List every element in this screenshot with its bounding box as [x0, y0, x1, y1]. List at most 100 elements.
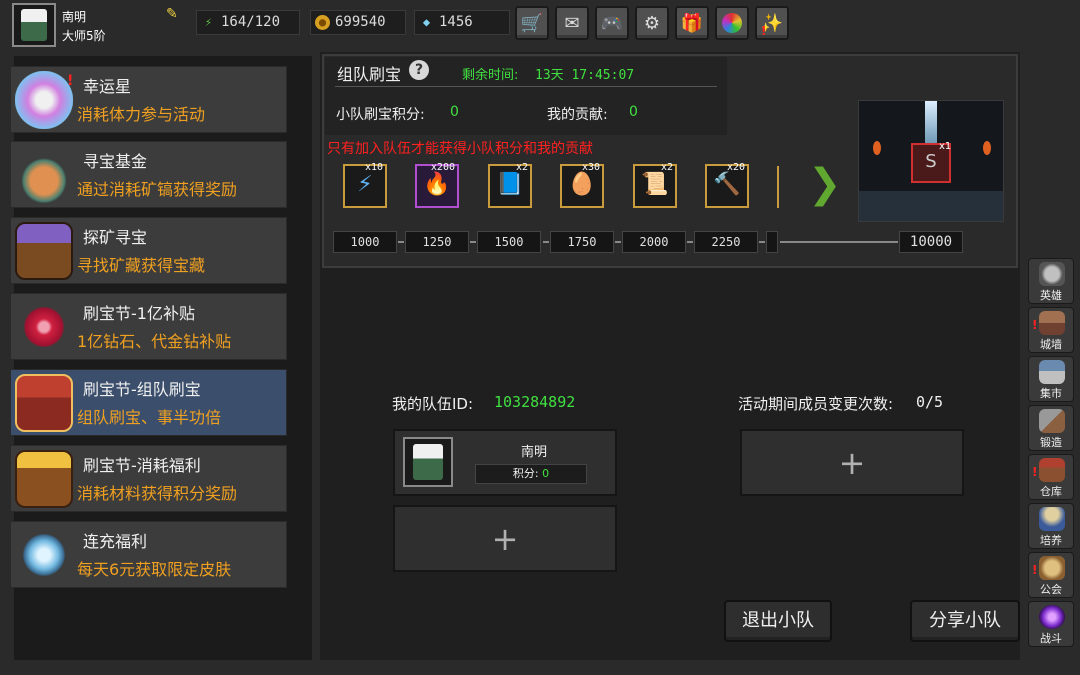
edit-icon[interactable]: ✎ [166, 6, 182, 22]
torch-icon [983, 141, 991, 155]
menu-item-consume-rewards[interactable]: 刷宝节-消耗福利 消耗材料获得积分奖励 [10, 445, 287, 512]
nav-guild[interactable]: ! 公会 [1028, 552, 1074, 598]
fire-sword-icon: 🔥 [423, 172, 451, 197]
portal-icon [1039, 605, 1065, 629]
alert-badge: ! [1032, 465, 1038, 479]
member-changes-value: 0/5 [916, 393, 944, 411]
join-team-warning: 只有加入队伍才能获得小队积分和我的贡献 [327, 141, 593, 157]
team-id-value: 103284892 [494, 393, 576, 411]
fireworks-button[interactable]: ✨ ! [755, 6, 789, 40]
menu-item-team-farming[interactable]: 刷宝节-组队刷宝 组队刷宝、事半功倍 [10, 369, 287, 436]
money-bag-icon [15, 146, 73, 204]
spellbook-icon: 📘 [496, 172, 524, 197]
divider [335, 86, 717, 87]
menu-item-recharge[interactable]: 连充福利 每天6元获取限定皮肤 [10, 521, 287, 588]
nav-wall[interactable]: ! 城墙 [1028, 307, 1074, 353]
reward-slot[interactable]: 🔥 x200 [415, 162, 459, 208]
milestone-score: 1500 [477, 231, 541, 253]
event-title: 组队刷宝 [337, 65, 402, 84]
menu-item-title: 幸运星 [83, 77, 132, 96]
milestone-connector [543, 241, 549, 243]
milestone-connector [398, 241, 404, 243]
menu-item-treasure-fund[interactable]: 寻宝基金 通过消耗矿镐获得奖励 [10, 141, 287, 208]
stamina-counter: ⚡ 164/120 [196, 10, 300, 35]
menu-item-desc: 消耗体力参与活动 [77, 105, 206, 124]
reward-slot[interactable]: 🥚 x30 [560, 162, 604, 208]
coin-icon: ● [315, 15, 330, 30]
player-avatar[interactable] [12, 3, 56, 47]
top-bar: 南明 大师5阶 ✎ ⚡ 164/120 ● 699540 ◆ 1456 🛒 ✉ … [0, 0, 1080, 47]
contribution-value: 0 [629, 104, 638, 120]
team-member-card[interactable]: 南明 积分: 0 [393, 429, 617, 496]
reward-quantity: x200 [430, 162, 455, 173]
reward-slot[interactable]: 📜 x2 [633, 162, 677, 208]
milestone-connector [759, 241, 765, 243]
menu-item-title: 探矿寻宝 [83, 228, 148, 247]
shop-button[interactable]: 🛒 [515, 6, 549, 40]
color-wheel-icon [722, 13, 742, 33]
mail-icon: ✉ [564, 12, 580, 34]
timer-value: 13天 17:45:07 [535, 68, 635, 83]
menu-item-desc: 每天6元获取限定皮肤 [77, 560, 232, 579]
market-icon [1039, 360, 1065, 384]
gold-counter: ● 699540 [310, 10, 406, 35]
reward-slot[interactable]: 🔨 x20 [705, 162, 749, 208]
nav-battle[interactable]: 战斗 [1028, 601, 1074, 647]
alert-badge: ! [67, 73, 74, 89]
reward-quantity: x10 [364, 162, 383, 173]
help-icon[interactable]: ? [409, 60, 429, 80]
lightning-scroll-icon: ⚡ [357, 172, 373, 197]
share-team-button[interactable]: 分享小队 [910, 600, 1020, 642]
milestone-score: 1000 [333, 231, 397, 253]
empty-member-slot[interactable]: + [393, 505, 617, 572]
menu-item-mining[interactable]: 探矿寻宝 寻找矿藏获得宝藏 [10, 217, 287, 284]
reward-quantity: x2 [660, 162, 673, 173]
menu-item-title: 寻宝基金 [83, 152, 148, 171]
lightning-icon: ⚡ [204, 15, 213, 29]
team-score-label: 小队刷宝积分: [336, 107, 425, 123]
milestone-connector [687, 241, 693, 243]
menu-item-desc: 寻找矿藏获得宝藏 [77, 256, 206, 275]
nav-hero[interactable]: 英雄 [1028, 258, 1074, 304]
contribution-label: 我的贡献: [547, 107, 608, 123]
avatar [403, 437, 453, 487]
reward-slot[interactable]: ⚡ x10 [343, 162, 387, 208]
milestone-score: 2000 [622, 231, 686, 253]
mail-button[interactable]: ✉ [555, 6, 589, 40]
gem-counter: ◆ 1456 [414, 10, 510, 35]
leave-team-button[interactable]: 退出小队 [724, 600, 832, 642]
menu-item-lucky-star[interactable]: ! 幸运星 消耗体力参与活动 [10, 66, 287, 133]
egg-icon: 🥚 [568, 172, 596, 197]
menu-item-desc: 1亿钻石、代金钻补贴 [77, 332, 232, 351]
reward-quantity: x20 [726, 162, 745, 173]
gamepad-icon: 🎮 [600, 12, 624, 34]
settings-button[interactable]: ⚙ [635, 6, 669, 40]
gem-icon: ◆ [422, 15, 431, 29]
milestone-score [766, 231, 778, 253]
member-name: 南明 [521, 445, 548, 460]
gear-icon: ⚙ [643, 12, 661, 34]
gamepad-button[interactable]: 🎮 [595, 6, 629, 40]
player-rank: 大师5阶 [62, 29, 106, 43]
nav-warehouse[interactable]: ! 仓库 [1028, 454, 1074, 500]
milestone-score-final: 10000 [899, 231, 963, 253]
reward-quantity: x30 [581, 162, 600, 173]
nav-forge[interactable]: 锻造 [1028, 405, 1074, 451]
nav-train[interactable]: 培养 [1028, 503, 1074, 549]
reward-separator [777, 166, 779, 208]
next-arrow-icon[interactable]: ❯ [808, 162, 842, 206]
reward-slot[interactable]: 📘 x2 [488, 162, 532, 208]
nav-market[interactable]: 集市 [1028, 356, 1074, 402]
team-score-value: 0 [450, 104, 459, 120]
wall-icon [1039, 311, 1065, 335]
open-chest-icon [15, 450, 73, 508]
color-wheel-button[interactable] [715, 6, 749, 40]
menu-item-subsidy[interactable]: 刷宝节-1亿补贴 1亿钻石、代金钻补贴 [10, 293, 287, 360]
member-changes-label: 活动期间成员变更次数: [738, 395, 894, 413]
reward-quantity: x2 [515, 162, 528, 173]
team-id-label: 我的队伍ID: [392, 395, 474, 413]
gift-button[interactable]: 🎁 [675, 6, 709, 40]
empty-member-slot[interactable]: + [740, 429, 964, 496]
grand-prize-scene[interactable]: S x1 [858, 100, 1004, 222]
warehouse-icon [1039, 458, 1065, 482]
